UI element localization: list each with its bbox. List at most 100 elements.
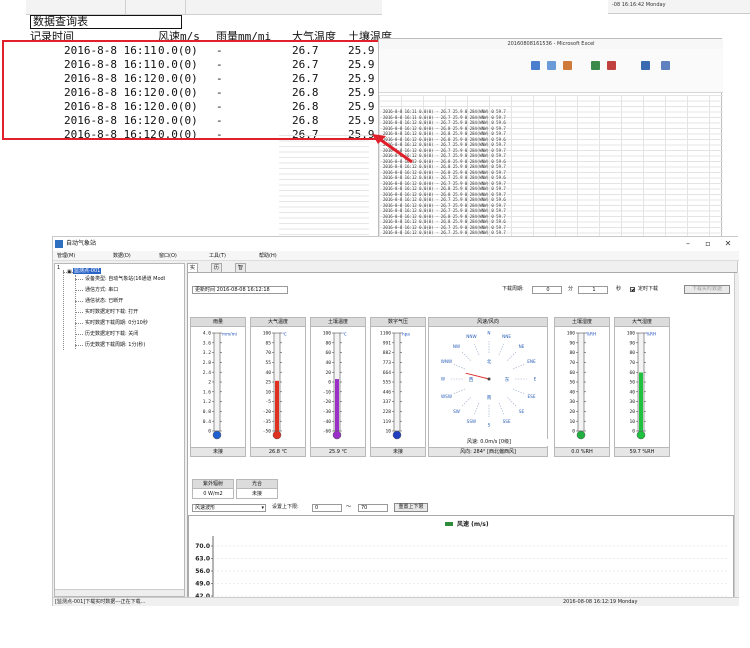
minimize-button[interactable]: – (679, 237, 697, 251)
gauge-value: 未接 (191, 447, 245, 456)
tree-horizontal-scrollbar[interactable] (55, 589, 184, 596)
gauge-bulb (392, 430, 402, 440)
menu-window[interactable]: 窗口(O) (159, 251, 177, 261)
chart-title: 风速 (m/s) (457, 520, 489, 528)
tree-guide (63, 270, 64, 350)
uv-value: 0 W/m2 (203, 491, 223, 497)
zoom-header-strip (26, 0, 382, 15)
menu-tools[interactable]: 工具(T) (209, 251, 226, 261)
gauge-tick-label: 25 (265, 380, 271, 386)
gauge-bulb (212, 430, 222, 440)
gauge-tick-label: 119 (383, 419, 392, 425)
update-time-value: 2016-08-08 16:12:18 (216, 287, 270, 293)
chart-type-select[interactable]: 风速波形 ▾ (192, 504, 266, 512)
tab-realtime[interactable]: 实时数据 (187, 263, 199, 298)
tree-station-node[interactable]: 监测点-001 (73, 268, 102, 274)
compass-label: NW (453, 344, 460, 349)
ribbon-sort-icon (641, 61, 650, 70)
gauge-tick-label: -5 (265, 399, 271, 405)
reset-range-button[interactable]: 重置上下限 (394, 503, 428, 512)
seconds-input[interactable]: 1 (578, 286, 608, 294)
compass-spoke (507, 351, 517, 361)
gauge-tick-label: -20 (323, 399, 332, 405)
gauge-tick-label: 100 (323, 331, 332, 337)
range-low-input[interactable]: 0 (312, 504, 342, 512)
download-realtime-button[interactable]: 下载实时数据 (684, 285, 730, 294)
compass-spoke (453, 364, 466, 370)
gauge-unit: hpa (402, 332, 410, 337)
tab-history[interactable]: 历史数据 (211, 263, 223, 298)
ribbon-style-icon (563, 61, 572, 70)
compass-label: NNW (466, 334, 476, 339)
menu-manage[interactable]: 管理(M) (57, 251, 75, 261)
tab-config[interactable]: 智能配置 (235, 263, 247, 298)
compass-label: SSW (467, 419, 476, 424)
gauge-title: 雨量 (191, 318, 245, 327)
tree-item[interactable]: 设备类型: 自动气象站(16通道 Modl (85, 276, 165, 282)
menu-help[interactable]: 帮助(H) (259, 251, 277, 261)
range-high-input[interactable]: 70 (358, 504, 388, 512)
tree-root[interactable]: 1 (57, 265, 60, 271)
uv-card: 紫外辐射 0 W/m2 (192, 479, 234, 499)
gauge-level-fill (639, 372, 643, 431)
gauge-tick-label: 80 (569, 350, 575, 356)
excel-row: 2016-8-8 16:12 0.0(0) - 26.8 25.9 0 284(… (383, 169, 506, 175)
compass-spoke (461, 397, 471, 407)
tree-guide (75, 323, 83, 324)
gauge-tick-label: 0 (632, 429, 635, 435)
tree-item[interactable]: 通信方式: 串口 (85, 287, 118, 293)
gauge-value: 59.7 %RH (615, 447, 669, 456)
tree-item[interactable]: 通信状态: 已断开 (85, 298, 123, 304)
compass-label: S (488, 423, 491, 428)
gauge-tick-label: -40 (323, 419, 332, 425)
gauge-tick-label: 20 (569, 409, 575, 415)
status-message: [监测点-001]下载实时数据---正在下载... (55, 599, 146, 605)
update-time-box: 更新时间 2016-08-08 16:12:18 (192, 286, 288, 294)
compass-spoke (453, 388, 466, 394)
gauge-tick-label: 55 (265, 360, 271, 366)
gauge-tick-label: 70 (265, 350, 271, 356)
tree-item[interactable]: 历史数据下载周期: 1分(秒) (85, 342, 145, 348)
ribbon-table-icon (547, 61, 556, 70)
timed-download-checkbox[interactable] (630, 287, 635, 292)
compass-label: WSW (441, 394, 452, 399)
y-tick-label: 56.0 (195, 568, 210, 575)
gauge-tick-label: 0.8 (203, 409, 212, 415)
gauge-tick-label: 2.4 (203, 370, 212, 376)
compass-label: N (487, 331, 490, 336)
main-panel: 实时数据 历史数据 智能配置 更新时间 2016-08-08 16:12:18 … (187, 263, 739, 598)
wind-card: 风速/风向 N 北 NNE NE ENE E 东 ESE SE SSE S 南 SSW SW WSW W 西 WN… (428, 317, 549, 457)
arrow-icon (372, 134, 413, 164)
content-vertical-scrollbar[interactable] (734, 273, 739, 598)
gauge-card: 大气温度 100 85 70 55 40 25 10 -5 -20 -35 -50 ℃ 26.8 ℃ (250, 317, 306, 457)
minutes-input[interactable]: 0 (532, 286, 562, 294)
excel-row: 2016-8-8 16:12 0.0(0) - 26.7 25.9 0 284(… (383, 230, 506, 235)
tree-item[interactable]: 历史数据定时下载: 关闭 (85, 331, 138, 337)
compass-label: ENE (527, 359, 536, 364)
excel-row: 2016-8-8 16:12 0.0(0) - 26.7 25.9 0 284(… (383, 197, 506, 202)
gauge-level-fill (275, 380, 279, 431)
tree-guide (75, 290, 83, 291)
gauge-tick-label: 90 (629, 340, 635, 346)
gauge-tick-label: 1.6 (203, 389, 212, 395)
gauge-tick-label: 10 (629, 419, 635, 425)
gauge-tick-label: 100 (627, 331, 636, 337)
gauge-tick-label: 30 (569, 399, 575, 405)
gauge-bulb (576, 430, 586, 440)
photosynthesis-title: 光合 (237, 480, 277, 489)
compass-label: NE (519, 344, 525, 349)
tree-item[interactable]: 实时数据定时下载: 打开 (85, 309, 138, 315)
compass-cardinal: 南 (487, 394, 492, 401)
chart-canvas: 风速 (m/s)70.063.056.049.042.035.0 (195, 520, 729, 597)
gauge-tick-label: 60 (569, 370, 575, 376)
gauge-tick-label: -60 (323, 429, 332, 435)
excel-row: 2016-8-8 16:12 0.0(0) - 26.8 25.9 0 284(… (383, 186, 506, 191)
close-button[interactable]: ✕ (719, 237, 737, 251)
maximize-button[interactable]: ▫ (699, 237, 717, 251)
gauge-unit: ℃ (282, 332, 287, 337)
gauge-tick-label: -20 (263, 409, 272, 415)
gauge-tick-label: 40 (629, 389, 635, 395)
gauge-tick-label: 228 (383, 409, 392, 415)
menu-data[interactable]: 数据(D) (113, 251, 131, 261)
tree-item[interactable]: 实时数据下载周期: 0分10秒 (85, 320, 148, 326)
